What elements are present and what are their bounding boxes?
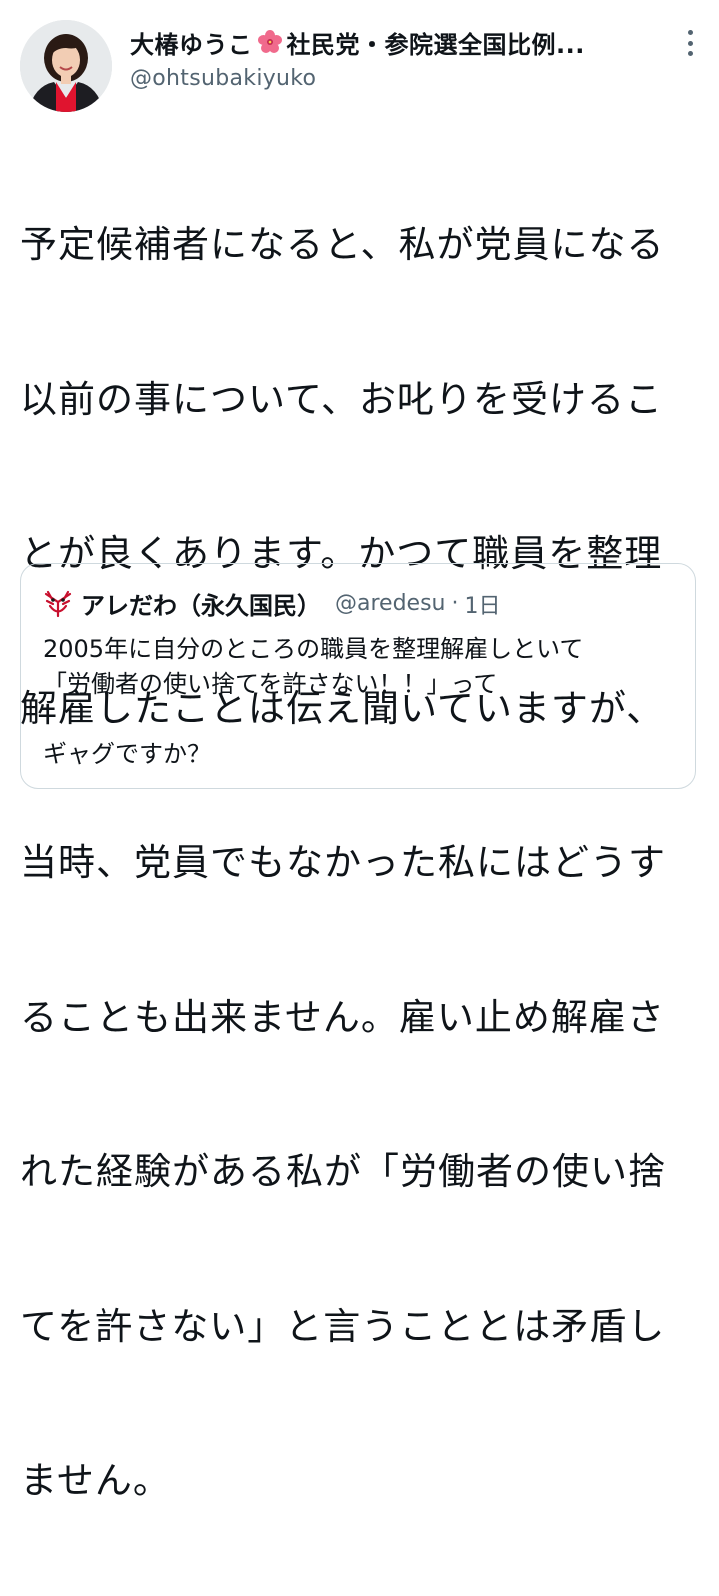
quoted-tweet-text: 2005年に自分のところの職員を整理解雇しといて 「労働者の使い捨てを許さない！… bbox=[43, 635, 584, 768]
author-avatar[interactable] bbox=[20, 20, 112, 112]
quoted-separator: · bbox=[451, 591, 459, 616]
author-display-name[interactable]: 大椿ゆうこ bbox=[130, 25, 253, 60]
quoted-author-name[interactable]: アレだわ（永久国民） bbox=[81, 586, 321, 621]
tweet-text-line: 当時、党員でもなかった私にはどうす bbox=[20, 841, 666, 884]
tweet-text-line: ることも出来ません。雇い止め解雇さ bbox=[20, 995, 665, 1039]
more-options-dot bbox=[687, 51, 693, 56]
author-handle[interactable]: @ohtsubakiyuko bbox=[130, 66, 650, 91]
tweet-header: 大椿ゆうこ 社民党・参院選全国比例... @ohtsubakiyuko bbox=[130, 22, 650, 91]
hibiscus-icon bbox=[257, 29, 283, 55]
tweet-text-line: ません。 bbox=[20, 1459, 171, 1502]
tweet-text-line: れた経験がある私が「労働者の使い捨 bbox=[20, 1150, 666, 1193]
quoted-timestamp[interactable]: 1日 bbox=[464, 588, 500, 620]
author-name-suffix[interactable]: 社民党・参院選全国比例... bbox=[287, 25, 585, 60]
mask-icon[interactable] bbox=[43, 589, 73, 619]
tweet: 大椿ゆうこ 社民党・参院選全国比例... @ohtsubakiyuko 予定候補… bbox=[0, 0, 719, 1502]
quoted-author-handle[interactable]: @aredesu bbox=[335, 591, 445, 616]
more-options-dot bbox=[687, 40, 693, 46]
quoted-tweet-card[interactable]: アレだわ（永久国民） @aredesu · 1日 2005年に自分のところの職員… bbox=[20, 563, 696, 789]
tweet-text-line: 予定候補者になると、私が党員になる bbox=[20, 223, 665, 266]
tweet-text-line: 以前の事について、お叱りを受けるこ bbox=[20, 377, 664, 421]
more-options-icon bbox=[687, 30, 693, 35]
author-name-row[interactable]: 大椿ゆうこ 社民党・参院選全国比例... bbox=[130, 22, 650, 62]
tweet-text-line: てを許さない」と言うこととは矛盾し bbox=[20, 1304, 666, 1348]
more-options-button[interactable] bbox=[679, 30, 701, 56]
quoted-tweet-header: アレだわ（永久国民） @aredesu · 1日 bbox=[43, 586, 500, 621]
tweet-text: 予定候補者になると、私が党員になる 以前の事について、お叱りを受けるこ とが良く… bbox=[20, 116, 710, 1596]
